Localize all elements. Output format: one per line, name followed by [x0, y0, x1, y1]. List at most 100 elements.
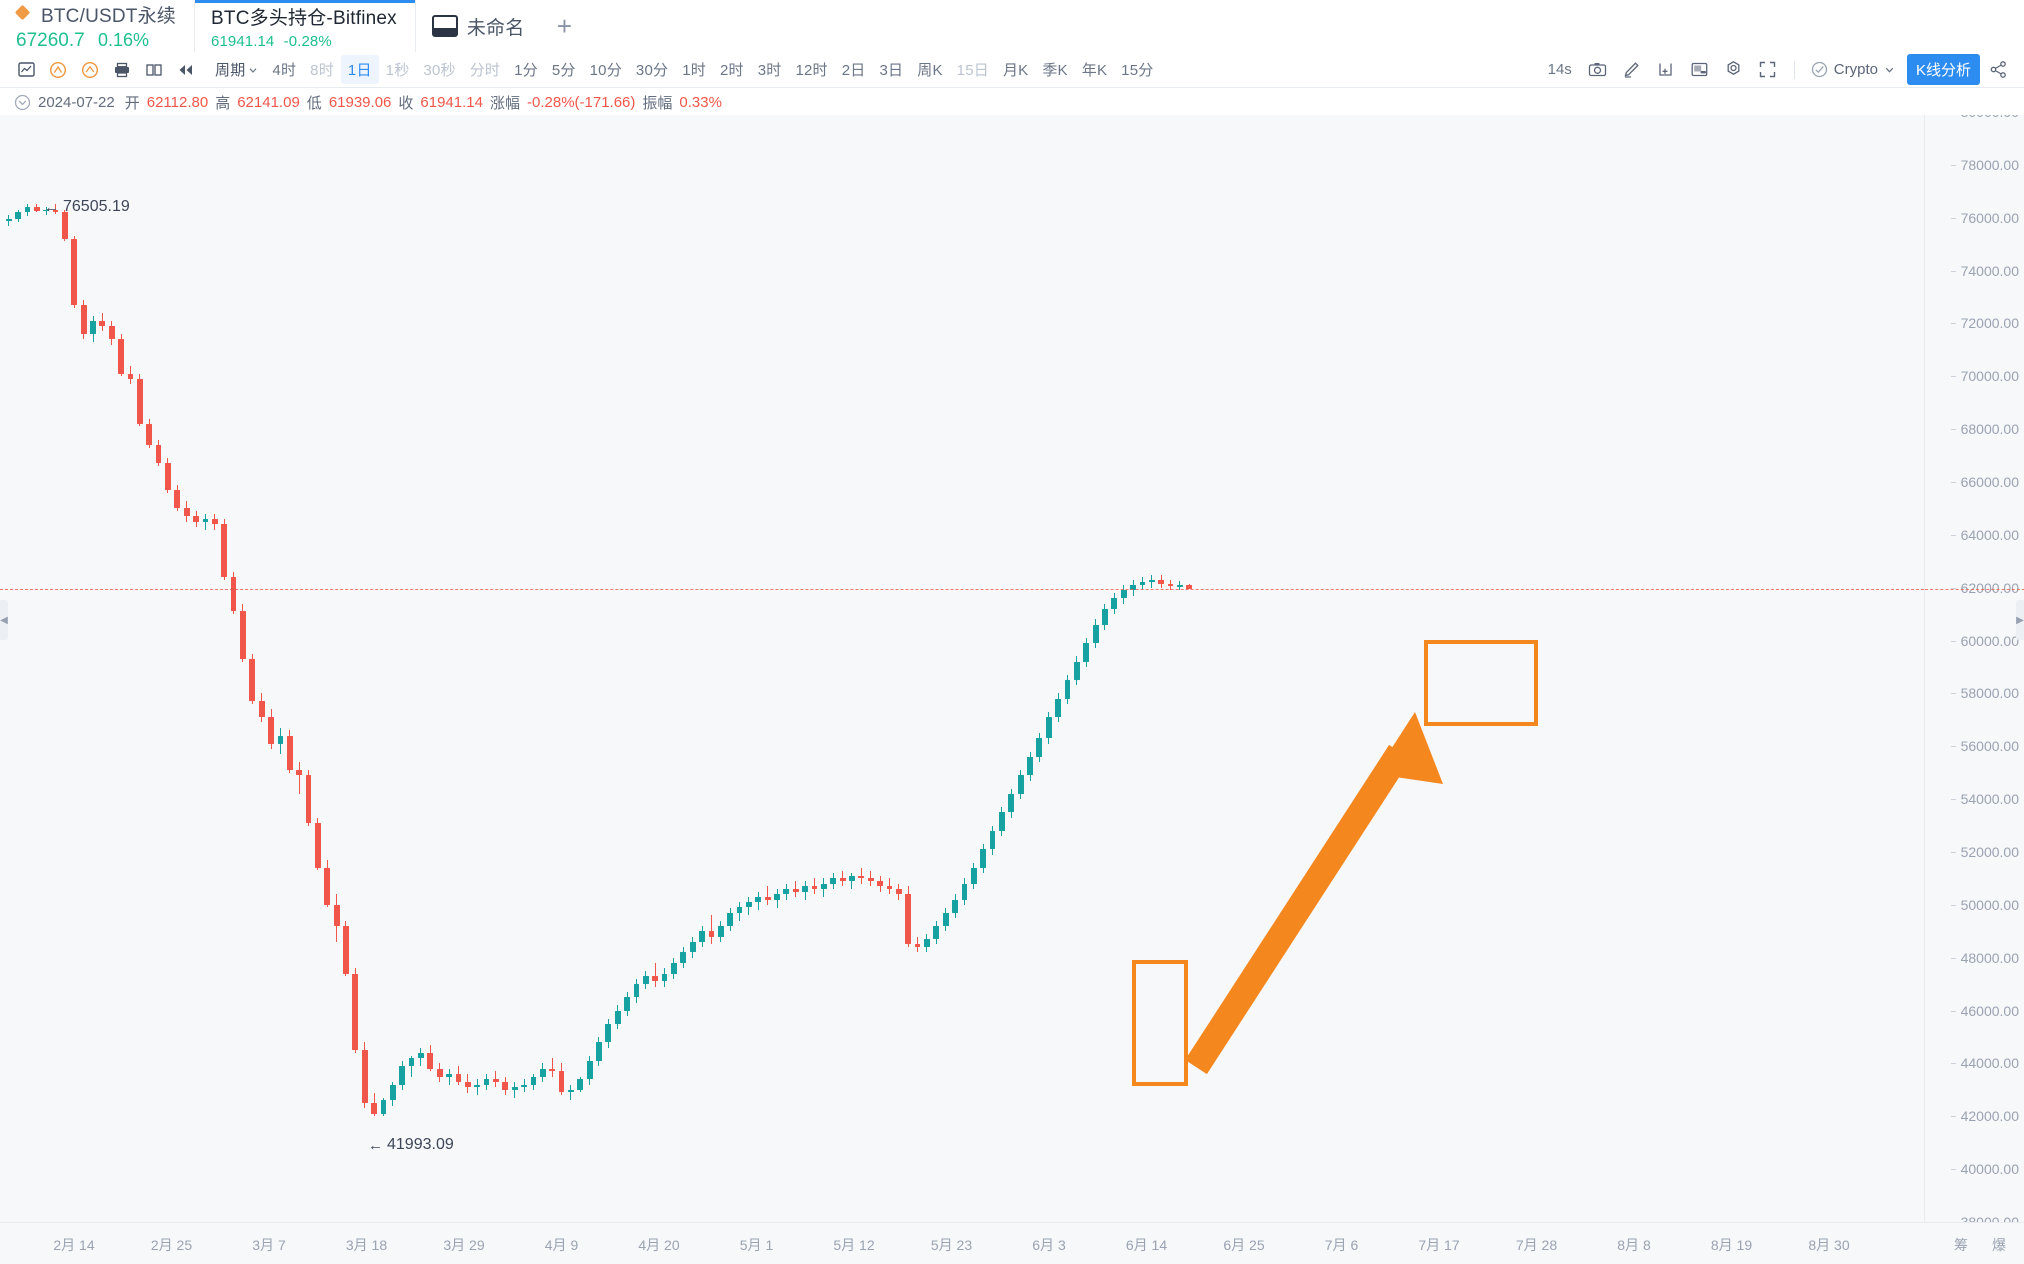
kline-analysis-button[interactable]: K线分析 [1906, 54, 1980, 85]
y-axis-tick: 54000.00 [1950, 791, 2019, 808]
chart-plot[interactable]: ← 76505.19 ← 41993.09 [0, 112, 1924, 1222]
period-12h[interactable]: 12时 [788, 55, 834, 84]
candlestick [5, 215, 12, 226]
candlestick [811, 878, 818, 895]
candlestick [1008, 788, 1015, 818]
candlestick [352, 968, 359, 1053]
tab-btc-usdt[interactable]: BTC/USDT永续 67260.7 0.16% [0, 0, 194, 52]
candlestick [830, 873, 837, 889]
period-month[interactable]: 月K [996, 55, 1035, 84]
add-tab-button[interactable]: + [542, 0, 586, 52]
arrow-left-icon: ← [368, 1136, 383, 1154]
period-30s[interactable]: 30秒 [416, 55, 462, 84]
candlestick [343, 920, 349, 977]
period-week[interactable]: 周K [910, 55, 949, 84]
rewind-icon[interactable] [170, 56, 202, 84]
period-1m[interactable]: 1分 [507, 55, 545, 84]
candlestick [839, 870, 846, 887]
tab-btc-long-bitfinex[interactable]: BTC多头持仓-Bitfinex 61941.14 -0.28% [194, 0, 416, 52]
tab-change: -0.28% [283, 32, 332, 50]
candlestick [258, 693, 265, 723]
candlestick [221, 519, 228, 580]
x-axis-tick: 7月 17 [1418, 1237, 1460, 1253]
period-2h[interactable]: 2时 [713, 55, 751, 84]
candlestick [99, 312, 106, 332]
period-1h[interactable]: 1时 [675, 55, 713, 84]
crypto-dropdown[interactable]: Crypto [1805, 61, 1901, 78]
period-30m[interactable]: 30分 [629, 55, 675, 84]
annotation-box-2[interactable] [1424, 640, 1538, 726]
quick-period-4h[interactable]: 4时 [265, 55, 303, 84]
candlestick [408, 1055, 415, 1077]
period-15d[interactable]: 15日 [950, 55, 996, 84]
candlestick [736, 902, 743, 921]
candlestick [849, 873, 855, 889]
candlestick [427, 1044, 434, 1072]
y-axis-tick: 44000.00 [1950, 1055, 2019, 1072]
y-axis-tick: 40000.00 [1950, 1161, 2019, 1178]
indicator-icon[interactable] [42, 56, 74, 84]
settings-gear-icon[interactable] [1718, 56, 1750, 84]
period-15m[interactable]: 15分 [1114, 55, 1160, 84]
pencil-icon[interactable] [1616, 56, 1648, 84]
ohlc-change-value: -0.28%(-171.66) [527, 93, 636, 111]
candlestick [614, 1005, 621, 1030]
candlestick [90, 315, 96, 342]
candlestick [361, 1042, 368, 1109]
period-timeline[interactable]: 分时 [463, 55, 507, 84]
print-icon[interactable] [106, 56, 138, 84]
candlestick [671, 957, 677, 979]
compare-icon[interactable] [138, 56, 170, 84]
right-panel-handle[interactable]: ▶ [2016, 600, 2024, 640]
period-2d[interactable]: 2日 [835, 55, 873, 84]
candlestick [1027, 751, 1033, 781]
x-axis-tick: 7月 6 [1324, 1237, 1359, 1253]
low-price-annotation: ← 41993.09 [368, 1136, 454, 1154]
candlestick [933, 920, 940, 945]
candlestick [314, 817, 321, 871]
quick-period-1d[interactable]: 1日 [340, 55, 379, 84]
period-year[interactable]: 年K [1075, 55, 1114, 84]
candlestick [174, 484, 181, 512]
x-axis-tick: 6月 25 [1223, 1237, 1265, 1253]
y-axis-tick: 42000.00 [1950, 1108, 2019, 1125]
y-axis-tick: 72000.00 [1950, 315, 2019, 332]
chart-type-icon[interactable] [10, 56, 42, 84]
x-axis[interactable]: 筹 爆 2月 14 2月 25 3月 7 3月 18 3月 29 4月 9 4月 20 5月 … [0, 1222, 2024, 1264]
camera-icon[interactable] [1582, 56, 1614, 84]
period-5m[interactable]: 5分 [545, 55, 583, 84]
candlestick [727, 907, 734, 932]
period-10m[interactable]: 10分 [583, 55, 629, 84]
period-quarter[interactable]: 季K [1035, 55, 1074, 84]
tab-unnamed[interactable]: 未命名 [416, 0, 543, 52]
footer-label-chips[interactable]: 筹 [1954, 1235, 1968, 1255]
share-icon[interactable] [1982, 56, 2014, 84]
crop-icon[interactable] [1650, 56, 1682, 84]
candlestick [136, 373, 143, 427]
y-axis-tick: 48000.00 [1950, 949, 2019, 966]
x-axis-tick: 2月 14 [53, 1237, 95, 1253]
candlestick [764, 886, 771, 905]
screenshot-icon[interactable] [1684, 56, 1716, 84]
high-price-value: 76505.19 [63, 198, 130, 216]
footer-label-boom[interactable]: 爆 [1992, 1235, 2006, 1255]
quick-period-8h[interactable]: 8时 [303, 55, 341, 84]
y-axis[interactable]: 80000.0078000.0076000.0074000.0072000.00… [1924, 104, 2024, 1230]
left-panel-handle[interactable]: ◀ [0, 600, 8, 640]
period-3h[interactable]: 3时 [751, 55, 789, 84]
candlestick [783, 883, 790, 900]
candlestick [652, 963, 659, 987]
up-trend-arrow [1185, 712, 1443, 1075]
alert-icon[interactable] [74, 56, 106, 84]
visibility-toggle-icon[interactable] [14, 94, 31, 111]
annotation-box-1[interactable] [1132, 960, 1188, 1086]
candlestick [530, 1074, 537, 1090]
y-axis-tick: 78000.00 [1950, 156, 2019, 173]
period-3d[interactable]: 3日 [873, 55, 911, 84]
period-dropdown[interactable]: 周期 [208, 55, 265, 84]
candlestick [399, 1060, 406, 1090]
fullscreen-icon[interactable] [1752, 56, 1784, 84]
period-1s[interactable]: 1秒 [379, 55, 417, 84]
chevron-down-icon [1885, 67, 1894, 73]
candlestick [1130, 579, 1136, 596]
